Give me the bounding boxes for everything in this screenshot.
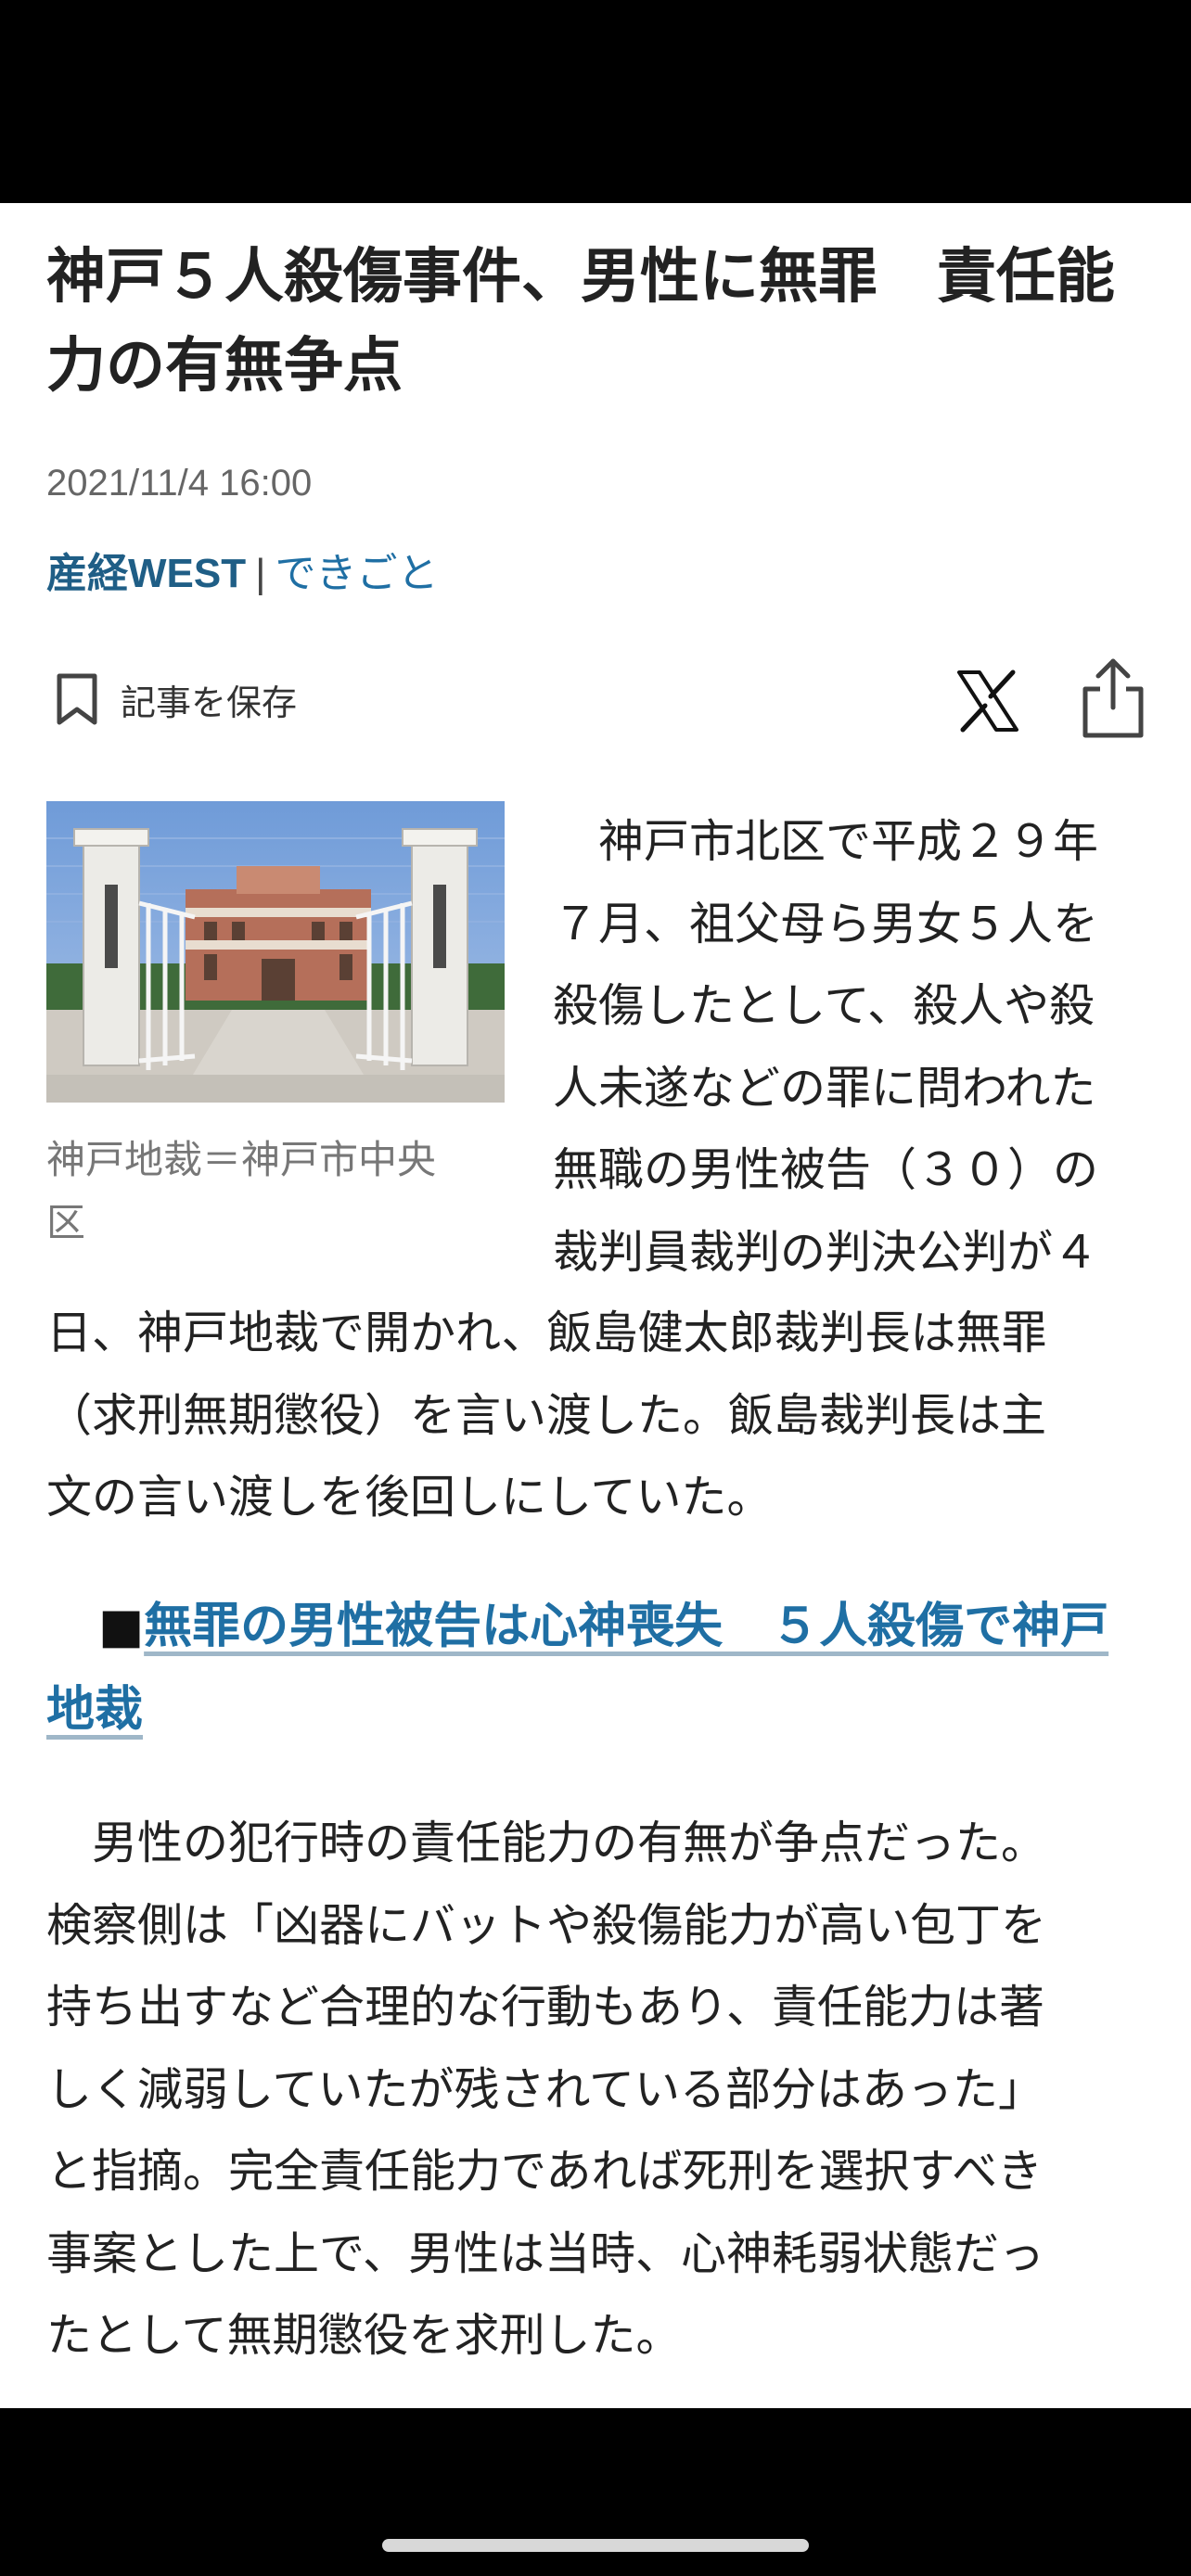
- article-toolbar: 記事を保存: [46, 648, 1150, 750]
- x-logo-icon[interactable]: [955, 669, 1020, 733]
- home-indicator[interactable]: [382, 2539, 809, 2552]
- source-line: 産経WEST | できごと: [46, 546, 439, 602]
- courthouse-photo[interactable]: [46, 801, 505, 1103]
- publish-timestamp: 2021/11/4 16:00: [46, 463, 313, 504]
- share-icon[interactable]: [1076, 656, 1150, 741]
- status-bar-area: [0, 0, 1191, 203]
- paragraph-1-continued: 日、神戸地裁で開かれ、飯島健太郎裁判長は無罪 （求刑無期懲役）を言い渡した。飯島…: [46, 1307, 1047, 1524]
- save-article-button[interactable]: 記事を保存: [56, 667, 297, 732]
- paragraph-2: 男性の犯行時の責任能力の有無が争点だった。 検察側は「凶器にバットや殺傷能力が高…: [46, 1817, 1047, 2362]
- related-article-heading: ■無罪の男性被告は心神喪失 ５人殺傷で神戸 地裁: [46, 1585, 1159, 1752]
- square-bullet-icon: ■: [98, 1599, 145, 1654]
- courthouse-image: [46, 801, 505, 1103]
- bookmark-icon: [57, 673, 97, 725]
- category-link[interactable]: できごと: [275, 551, 439, 596]
- article-headline: 神戸５人殺傷事件、男性に無罪 責任能 力の有無争点: [46, 243, 1115, 401]
- article-view[interactable]: 神戸５人殺傷事件、男性に無罪 責任能 力の有無争点 2021/11/4 16:0…: [0, 203, 1191, 2408]
- source-separator: |: [255, 551, 266, 596]
- paragraph-1-wrap: 神戸市北区で平成２９年 ７月、祖父母ら男女５人を 殺傷したとして、殺人や殺 人未…: [553, 815, 1099, 1279]
- phone-screen: 神戸５人殺傷事件、男性に無罪 責任能 力の有無争点 2021/11/4 16:0…: [0, 0, 1191, 2576]
- photo-caption: 神戸地裁＝神戸市中央 区: [46, 1137, 437, 1245]
- related-article-link[interactable]: 無罪の男性被告は心神喪失 ５人殺傷で神戸 地裁: [46, 1599, 1108, 1738]
- save-article-label: 記事を保存: [121, 682, 298, 723]
- source-name-link[interactable]: 産経WEST: [46, 551, 246, 596]
